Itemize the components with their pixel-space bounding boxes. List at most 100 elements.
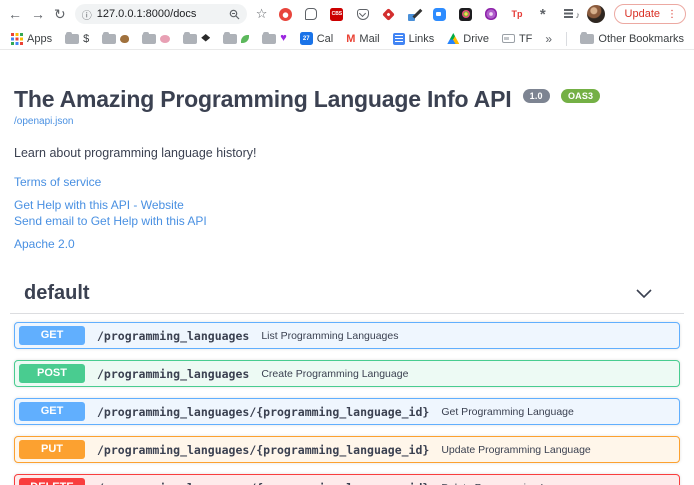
op-summary: Create Programming Language bbox=[261, 368, 408, 380]
graduation-cap-emoji bbox=[201, 34, 210, 43]
zoom-meeting-icon[interactable] bbox=[433, 7, 447, 21]
op-summary: List Programming Languages bbox=[261, 330, 398, 342]
color-picker-icon-shape bbox=[408, 8, 421, 21]
op-post-language[interactable]: POST /programming_languages Create Progr… bbox=[14, 360, 680, 387]
op-summary: Delete Programming Language bbox=[441, 482, 587, 485]
openapi-spec-link[interactable]: /openapi.json bbox=[14, 116, 74, 127]
brain-emoji bbox=[160, 35, 170, 43]
op-delete-language[interactable]: DELETE /programming_languages/{programmi… bbox=[14, 474, 680, 485]
op-path: /programming_languages/{programming_lang… bbox=[97, 443, 429, 457]
update-button[interactable]: Update bbox=[614, 4, 686, 24]
bookmark-folder-brain[interactable] bbox=[142, 34, 170, 44]
folder-icon bbox=[65, 34, 79, 44]
text-field-icon bbox=[502, 34, 515, 43]
bookmarks-overflow[interactable]: » bbox=[545, 32, 552, 46]
bookmark-folder-horse[interactable] bbox=[102, 34, 129, 44]
chat-bubble-icon-shape bbox=[305, 8, 317, 20]
api-info-section: The Amazing Programming Language Info AP… bbox=[0, 50, 694, 251]
op-put-language[interactable]: PUT /programming_languages/{programming_… bbox=[14, 436, 680, 463]
playlist-music-icon-shape bbox=[564, 9, 573, 11]
bookmark-item-drive[interactable]: Drive bbox=[447, 33, 489, 45]
tag-title: default bbox=[24, 282, 90, 305]
address-bar[interactable]: ⓘ 127.0.0.1:8000/docs bbox=[75, 4, 247, 24]
folder-icon bbox=[262, 34, 276, 44]
color-picker-icon[interactable] bbox=[407, 7, 421, 21]
purple-flower-icon-shape bbox=[485, 8, 497, 20]
site-info-icon[interactable]: ⓘ bbox=[82, 7, 92, 22]
bookmark-label: Cal bbox=[317, 33, 334, 45]
bookmark-star-icon[interactable]: ☆ bbox=[256, 6, 268, 22]
op-get-languages[interactable]: GET /programming_languages List Programm… bbox=[14, 322, 680, 349]
tag-header[interactable]: default bbox=[10, 276, 684, 314]
help-website-link[interactable]: Get Help with this API - Website bbox=[14, 198, 184, 212]
adblocker-icon-shape bbox=[279, 8, 292, 21]
op-path: /programming_languages/{programming_lang… bbox=[97, 405, 429, 419]
purple-heart-emoji bbox=[280, 33, 287, 44]
browser-toolbar: ← → ↻ ⓘ 127.0.0.1:8000/docs ☆ CBS Tp Upd… bbox=[0, 0, 694, 28]
bookmark-label: Apps bbox=[27, 33, 52, 45]
horse-emoji bbox=[120, 35, 129, 43]
playlist-music-icon[interactable] bbox=[561, 7, 575, 21]
method-badge: POST bbox=[19, 364, 85, 383]
help-email-link[interactable]: Send email to Get Help with this API bbox=[14, 214, 207, 228]
apps-grid-icon bbox=[10, 32, 23, 45]
bookmark-label: Drive bbox=[463, 33, 489, 45]
diamond-arrow-icon[interactable] bbox=[381, 7, 395, 21]
links-icon bbox=[393, 33, 405, 45]
other-bookmarks-label: Other Bookmarks bbox=[598, 33, 684, 45]
bookmarks-bar: Apps $ 27 Cal Mail Links Drive bbox=[0, 28, 694, 50]
default-tag-section: default GET /programming_languages List … bbox=[0, 276, 694, 485]
op-get-language-by-id[interactable]: GET /programming_languages/{programming_… bbox=[14, 398, 680, 425]
terms-of-service-link[interactable]: Terms of service bbox=[14, 175, 101, 189]
bookmark-item-mail[interactable]: Mail bbox=[346, 33, 379, 45]
bookmark-folder-dollar[interactable]: $ bbox=[65, 33, 89, 45]
api-description: Learn about programming language history… bbox=[14, 146, 680, 160]
bookmark-label: Mail bbox=[359, 33, 379, 45]
bookmarks-divider bbox=[566, 32, 567, 46]
url-text[interactable]: 127.0.0.1:8000/docs bbox=[97, 8, 224, 20]
bookmark-item-links[interactable]: Links bbox=[393, 33, 435, 45]
profile-avatar[interactable] bbox=[587, 5, 605, 23]
zoom-meeting-icon-shape bbox=[433, 8, 446, 21]
pocket-icon[interactable] bbox=[356, 7, 370, 21]
calendar-icon: 27 bbox=[300, 32, 313, 45]
bookmark-folder-graduation[interactable] bbox=[183, 34, 210, 44]
gray-asterisk-icon-shape bbox=[540, 10, 546, 19]
gray-asterisk-icon[interactable] bbox=[536, 7, 550, 21]
op-summary: Update Programming Language bbox=[441, 444, 590, 456]
bookmark-label: $ bbox=[83, 33, 89, 45]
browser-menu-icon[interactable] bbox=[667, 9, 677, 20]
chevron-down-icon[interactable] bbox=[636, 289, 652, 298]
other-bookmarks[interactable]: Other Bookmarks bbox=[580, 33, 684, 45]
tp-icon-label: Tp bbox=[512, 9, 523, 19]
diamond-arrow-icon-shape bbox=[382, 8, 395, 21]
bookmark-item-apps[interactable]: Apps bbox=[10, 32, 52, 45]
leaf-emoji bbox=[241, 35, 249, 43]
bookmark-item-tf[interactable]: TF bbox=[502, 33, 532, 45]
cbs-icon[interactable]: CBS bbox=[330, 7, 344, 21]
oas3-badge: OAS3 bbox=[561, 89, 600, 103]
bookmark-label: Links bbox=[409, 33, 435, 45]
bookmark-item-cal[interactable]: 27 Cal bbox=[300, 32, 334, 45]
forward-icon[interactable]: → bbox=[31, 7, 45, 21]
update-label: Update bbox=[625, 8, 660, 20]
pocket-icon-shape bbox=[357, 9, 369, 20]
chat-bubble-icon[interactable] bbox=[304, 7, 318, 21]
back-icon[interactable]: ← bbox=[8, 7, 22, 21]
dark-flower-icon[interactable] bbox=[459, 7, 473, 21]
page-title: The Amazing Programming Language Info AP… bbox=[14, 86, 680, 113]
license-link[interactable]: Apache 2.0 bbox=[14, 237, 75, 251]
tp-icon[interactable]: Tp bbox=[510, 7, 524, 21]
page-title-text: The Amazing Programming Language Info AP… bbox=[14, 86, 511, 112]
adblocker-icon[interactable] bbox=[278, 7, 292, 21]
reload-icon[interactable]: ↻ bbox=[54, 7, 66, 21]
zoom-page-icon[interactable] bbox=[229, 9, 240, 20]
overflow-chevron-icon: » bbox=[545, 32, 552, 46]
cbs-icon-label: CBS bbox=[330, 8, 343, 21]
method-badge: GET bbox=[19, 402, 85, 421]
bookmark-folder-leaf[interactable] bbox=[223, 34, 249, 44]
op-path: /programming_languages bbox=[97, 329, 249, 343]
bookmark-folder-purple-heart[interactable] bbox=[262, 33, 287, 44]
api-links: Terms of service Get Help with this API … bbox=[14, 175, 680, 251]
purple-flower-icon[interactable] bbox=[484, 7, 498, 21]
